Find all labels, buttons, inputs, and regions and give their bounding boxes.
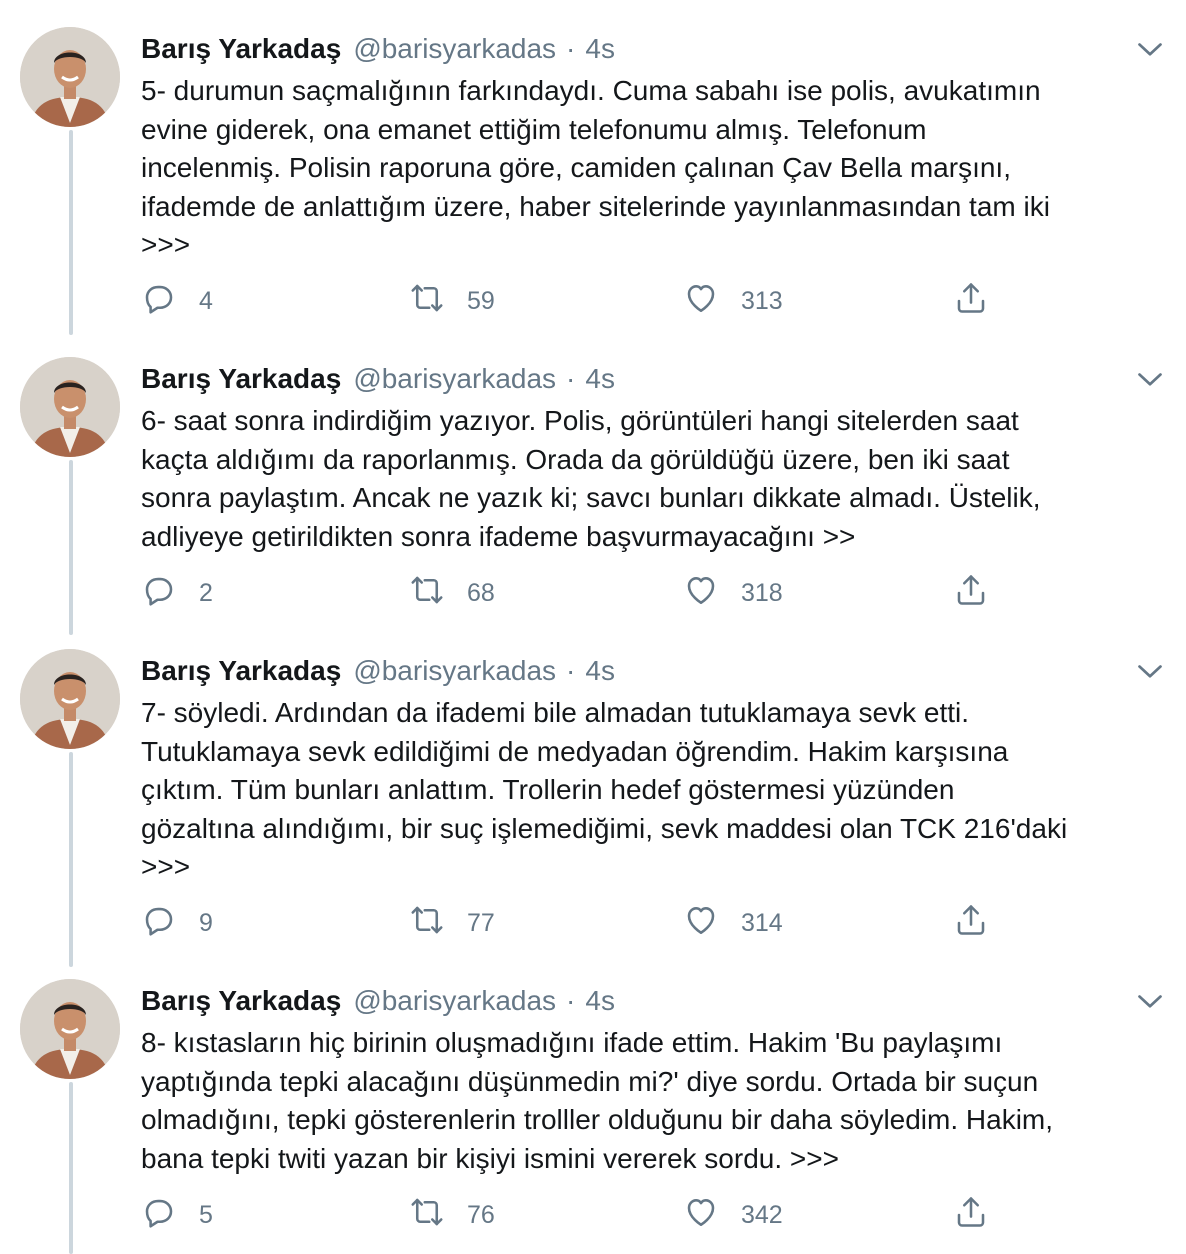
- reply-icon: [141, 902, 199, 945]
- tweet-text: 6- saat sonra indirdiğim yazıyor. Polis,…: [141, 405, 1041, 552]
- author-name[interactable]: Barış Yarkadaş: [141, 363, 341, 395]
- tweet-text: 8- kıstasların hiç birinin oluşmadığını …: [141, 1027, 1054, 1174]
- retweet-count: 68: [467, 578, 495, 607]
- author-handle[interactable]: @barisyarkadas: [353, 655, 556, 687]
- retweet-count: 59: [467, 286, 495, 315]
- like-count: 342: [741, 1200, 783, 1229]
- reply-icon: [141, 280, 199, 323]
- author-name[interactable]: Barış Yarkadaş: [141, 655, 341, 687]
- heart-icon: [683, 572, 741, 615]
- author-handle[interactable]: @barisyarkadas: [353, 985, 556, 1017]
- reply-button[interactable]: 9: [141, 901, 213, 945]
- reply-icon: [141, 1194, 199, 1237]
- tweet-actions: 4 59 313: [141, 279, 1021, 323]
- tweet-time[interactable]: 4s: [585, 363, 615, 395]
- separator: ·: [566, 655, 576, 686]
- reply-icon: [141, 572, 199, 615]
- retweet-icon: [409, 902, 467, 945]
- retweet-icon: [409, 1194, 467, 1237]
- reply-count: 2: [199, 578, 213, 607]
- avatar[interactable]: [20, 357, 120, 457]
- share-icon: [953, 280, 1011, 323]
- like-button[interactable]: 342: [683, 1193, 783, 1237]
- reply-button[interactable]: 2: [141, 571, 213, 615]
- retweet-button[interactable]: 76: [409, 1193, 495, 1237]
- chevron-down-icon[interactable]: [1132, 983, 1168, 1019]
- tweet-text: 7- söyledi. Ardından da ifademi bile alm…: [141, 697, 1068, 882]
- share-button[interactable]: [953, 279, 1011, 323]
- author-name[interactable]: Barış Yarkadaş: [141, 33, 341, 65]
- author-handle[interactable]: @barisyarkadas: [353, 363, 556, 395]
- thread-line-3: [69, 752, 73, 967]
- retweet-count: 76: [467, 1200, 495, 1229]
- tweet-time[interactable]: 4s: [585, 655, 615, 687]
- separator: ·: [566, 33, 576, 64]
- tweet-header: Barış Yarkadaş @barisyarkadas · 4s: [141, 979, 615, 1023]
- reply-button[interactable]: 4: [141, 279, 213, 323]
- thread-line-4: [69, 1082, 73, 1254]
- retweet-count: 77: [467, 908, 495, 937]
- tweet-header: Barış Yarkadaş @barisyarkadas · 4s: [141, 357, 615, 401]
- retweet-icon: [409, 572, 467, 615]
- retweet-button[interactable]: 59: [409, 279, 495, 323]
- reply-button[interactable]: 5: [141, 1193, 213, 1237]
- avatar[interactable]: [20, 979, 120, 1079]
- heart-icon: [683, 902, 741, 945]
- thread-line-2: [69, 460, 73, 635]
- separator: ·: [566, 363, 576, 394]
- separator: ·: [566, 985, 576, 1016]
- tweet-text: 5- durumun saçmalığının farkındaydı. Cum…: [141, 75, 1050, 260]
- tweet-time[interactable]: 4s: [585, 985, 615, 1017]
- chevron-down-icon[interactable]: [1132, 361, 1168, 397]
- share-icon: [953, 902, 1011, 945]
- tweet-header: Barış Yarkadaş @barisyarkadas · 4s: [141, 27, 615, 71]
- share-button[interactable]: [953, 1193, 1011, 1237]
- retweet-button[interactable]: 77: [409, 901, 495, 945]
- like-button[interactable]: 318: [683, 571, 783, 615]
- tweet-header: Barış Yarkadaş @barisyarkadas · 4s: [141, 649, 615, 693]
- heart-icon: [683, 280, 741, 323]
- share-button[interactable]: [953, 571, 1011, 615]
- retweet-icon: [409, 280, 467, 323]
- share-button[interactable]: [953, 901, 1011, 945]
- like-button[interactable]: 313: [683, 279, 783, 323]
- author-handle[interactable]: @barisyarkadas: [353, 33, 556, 65]
- avatar[interactable]: [20, 649, 120, 749]
- chevron-down-icon[interactable]: [1132, 653, 1168, 689]
- share-icon: [953, 1194, 1011, 1237]
- retweet-button[interactable]: 68: [409, 571, 495, 615]
- heart-icon: [683, 1194, 741, 1237]
- chevron-down-icon[interactable]: [1132, 31, 1168, 67]
- tweet-time[interactable]: 4s: [585, 33, 615, 65]
- thread-line-1: [69, 130, 73, 335]
- reply-count: 5: [199, 1200, 213, 1229]
- tweet-actions: 2 68 318: [141, 571, 1021, 615]
- like-button[interactable]: 314: [683, 901, 783, 945]
- author-name[interactable]: Barış Yarkadaş: [141, 985, 341, 1017]
- tweet-actions: 9 77 314: [141, 901, 1021, 945]
- reply-count: 9: [199, 908, 213, 937]
- like-count: 318: [741, 578, 783, 607]
- share-icon: [953, 572, 1011, 615]
- like-count: 314: [741, 908, 783, 937]
- avatar[interactable]: [20, 27, 120, 127]
- reply-count: 4: [199, 286, 213, 315]
- tweet-actions: 5 76 342: [141, 1193, 1021, 1237]
- like-count: 313: [741, 286, 783, 315]
